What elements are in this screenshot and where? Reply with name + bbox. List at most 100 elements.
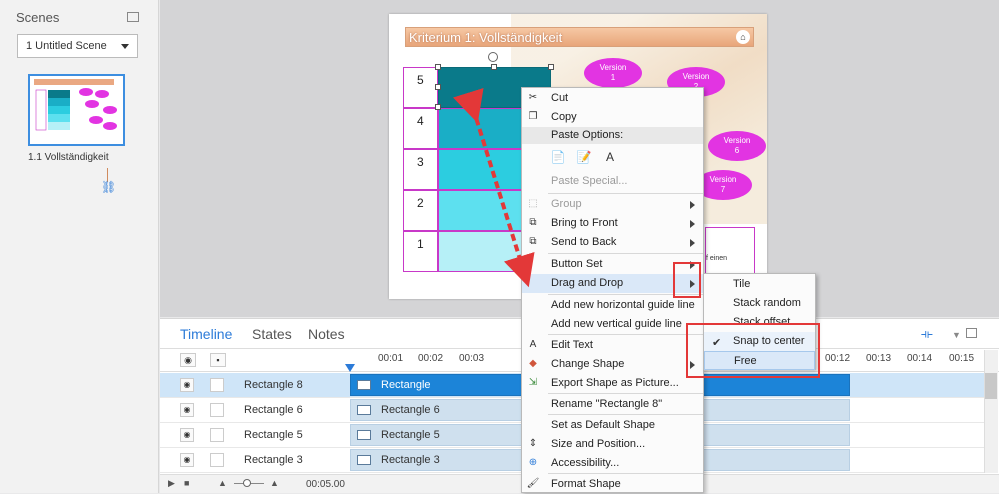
submenu-item-tile[interactable]: Tile [704, 275, 815, 294]
scrollbar-thumb[interactable] [985, 373, 997, 399]
row-label: 5 [403, 67, 438, 108]
rectangle-5[interactable] [438, 149, 522, 190]
paste-text-only-icon[interactable]: A [600, 147, 620, 167]
annotation-box [673, 262, 701, 298]
menu-item-accessibility[interactable]: Accessibility... [522, 454, 703, 473]
slide-title: Kriterium 1: Vollständigkeit [409, 30, 563, 45]
restore-panel-icon[interactable] [127, 12, 139, 22]
lock-toggle[interactable] [210, 453, 224, 467]
submenu-arrow-icon [690, 220, 695, 228]
scene-dropdown[interactable]: 1 Untitled Scene [17, 34, 138, 58]
submenu-arrow-icon [690, 201, 695, 209]
rectangle-icon [357, 455, 371, 465]
paste-options-header: Paste Options: [522, 127, 703, 144]
menu-item-add-horizontal-guide[interactable]: Add new horizontal guide line [522, 296, 703, 315]
scene-thumbnail-preview [34, 79, 117, 131]
lock-icon[interactable]: ▪ [210, 353, 226, 367]
chevron-down-icon[interactable]: ▼ [952, 330, 961, 340]
zoom-in-icon[interactable]: ▲ [270, 478, 279, 488]
eye-icon[interactable]: ◉ [180, 453, 194, 467]
row-label: 3 [403, 149, 438, 190]
menu-item-bring-to-front[interactable]: Bring to Front [522, 214, 703, 233]
paste-destination-icon[interactable]: 📝 [574, 147, 594, 167]
eye-icon[interactable]: ◉ [180, 428, 194, 442]
menu-item-send-to-back[interactable]: Send to Back [522, 233, 703, 252]
restore-panel-icon[interactable] [966, 328, 977, 338]
menu-item-change-shape[interactable]: Change Shape [522, 355, 703, 374]
scene-thumbnail[interactable] [28, 74, 125, 146]
rectangle-icon [357, 380, 371, 390]
menu-item-paste-special[interactable]: Paste Special... [522, 172, 703, 191]
submenu-item-stack-random[interactable]: Stack random [704, 294, 815, 313]
version-oval[interactable]: Version 6 [708, 131, 766, 161]
play-icon[interactable]: ▶ [168, 478, 175, 489]
divider [548, 414, 703, 415]
text-box-content: f einen [706, 255, 728, 262]
menu-item-add-vertical-guide[interactable]: Add new vertical guide line [522, 315, 703, 334]
resize-handle[interactable] [435, 84, 441, 90]
rectangle-icon [357, 405, 371, 415]
row-label: 2 [403, 190, 438, 231]
annotation-box [686, 323, 820, 378]
divider [548, 393, 703, 394]
divider [548, 473, 703, 474]
chevron-down-icon[interactable] [121, 44, 129, 49]
link-icon[interactable]: ⛓ [101, 180, 116, 194]
tab-states[interactable]: States [252, 326, 292, 342]
rectangle-6[interactable] [438, 108, 522, 149]
row-name: Rectangle 5 [244, 429, 303, 441]
tab-notes[interactable]: Notes [308, 326, 345, 342]
time-tick: 00:15 [949, 353, 975, 364]
time-tick: 00:01 [378, 353, 404, 364]
eye-icon[interactable]: ◉ [180, 353, 196, 367]
home-icon[interactable]: ⌂ [736, 30, 750, 44]
scene-caption: 1.1 Vollständigkeit [28, 152, 109, 163]
menu-item-rename[interactable]: Rename "Rectangle 8" [522, 395, 703, 414]
rectangle-icon [357, 430, 371, 440]
eye-icon[interactable]: ◉ [180, 403, 194, 417]
playhead[interactable] [345, 364, 355, 372]
version-oval[interactable]: Version 1 [584, 58, 642, 88]
row-name: Rectangle 3 [244, 454, 303, 466]
lock-toggle[interactable] [210, 378, 224, 392]
menu-item-size-and-position[interactable]: Size and Position... [522, 435, 703, 454]
resize-handle[interactable] [435, 64, 441, 70]
menu-item-edit-text[interactable]: Edit Text [522, 336, 703, 355]
menu-item-group[interactable]: Group [522, 195, 703, 214]
row-label: 1 [403, 231, 438, 272]
time-tick: 00:13 [866, 353, 892, 364]
rectangle-3[interactable] [438, 190, 522, 231]
row-name: Rectangle 8 [244, 379, 303, 391]
submenu-arrow-icon [690, 239, 695, 247]
menu-item-copy[interactable]: Copy [522, 108, 703, 127]
tab-timeline[interactable]: Timeline [180, 326, 232, 342]
menu-item-export-shape[interactable]: Export Shape as Picture... [522, 374, 703, 393]
vertical-scrollbar[interactable] [984, 350, 998, 473]
menu-item-format-shape[interactable]: Format Shape [522, 475, 703, 494]
zoom-out-icon[interactable]: ▲ [218, 478, 227, 488]
time-tick: 00:02 [418, 353, 444, 364]
resize-handle[interactable] [548, 64, 554, 70]
divider [548, 253, 703, 254]
zoom-slider-thumb[interactable] [243, 479, 251, 487]
align-icon[interactable]: ⟛ [921, 326, 933, 341]
time-tick: 00:12 [825, 353, 851, 364]
stop-icon[interactable]: ■ [184, 478, 189, 488]
resize-handle[interactable] [435, 104, 441, 110]
row-name: Rectangle 6 [244, 404, 303, 416]
duration-label: 00:05.00 [306, 479, 345, 490]
paste-keep-format-icon[interactable]: 📄 [548, 147, 568, 167]
rotate-handle[interactable] [488, 52, 498, 62]
time-tick: 00:03 [459, 353, 485, 364]
scenes-title: Scenes [16, 10, 60, 25]
rectangle-1[interactable] [438, 231, 522, 272]
divider [548, 193, 703, 194]
menu-item-cut[interactable]: Cut [522, 89, 703, 108]
divider [548, 334, 703, 335]
row-label: 4 [403, 108, 438, 149]
lock-toggle[interactable] [210, 403, 224, 417]
lock-toggle[interactable] [210, 428, 224, 442]
eye-icon[interactable]: ◉ [180, 378, 194, 392]
resize-handle[interactable] [491, 64, 497, 70]
menu-item-set-default-shape[interactable]: Set as Default Shape [522, 416, 703, 435]
